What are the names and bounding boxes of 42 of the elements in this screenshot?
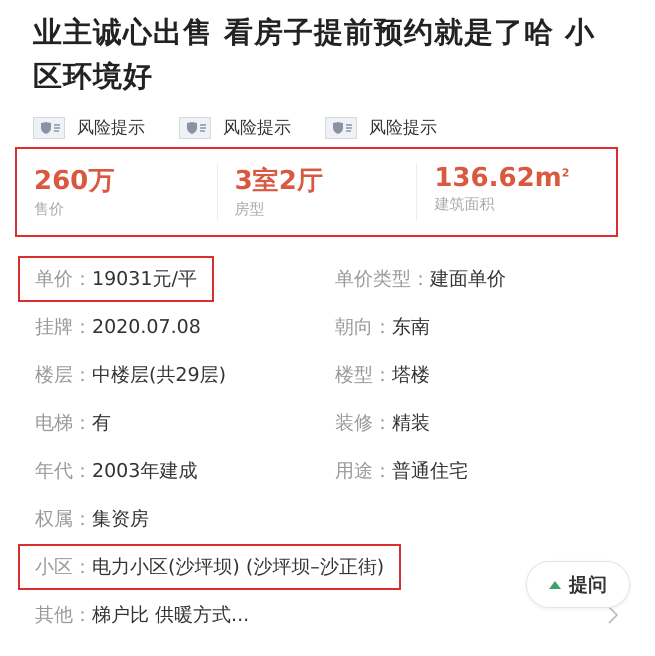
field-label: 朝向： [335, 315, 392, 340]
stat-label: 建筑面积 [434, 195, 494, 214]
field-value: 中楼层(共29层) [92, 363, 226, 388]
caret-up-icon [549, 580, 561, 588]
field-value: 普通住宅 [392, 459, 468, 484]
listing-title: 业主诚心出售 看房子提前预约就是了哈 小区环境好 [33, 14, 596, 95]
field-value: 2020.07.08 [92, 316, 201, 338]
risk-tip-label[interactable]: 风险提示 [223, 116, 291, 139]
field-label: 楼型： [335, 363, 392, 388]
risk-tip-label[interactable]: 风险提示 [77, 116, 145, 139]
stat-value: 136.62m$^{2}$ [434, 163, 570, 193]
field-label: 单价类型： [335, 267, 430, 292]
field-label: 小区： [35, 555, 92, 580]
field-label: 电梯： [35, 411, 92, 436]
shield-icon [33, 116, 65, 138]
field-value: 电力小区(沙坪坝) (沙坪坝–沙正街) [92, 555, 384, 580]
field-value: 东南 [392, 315, 430, 340]
stat-label: 房型 [234, 200, 265, 219]
field-label: 年代： [35, 459, 92, 484]
field-value: 梯户比 供暖方式... [92, 603, 250, 628]
field-value: 2003年建成 [92, 459, 198, 484]
stat-value: 260万 [34, 165, 114, 198]
risk-tip-label[interactable]: 风险提示 [369, 116, 437, 139]
field-value: 精装 [392, 411, 430, 436]
chevron-right-icon[interactable] [607, 605, 619, 625]
field-label: 单价： [35, 267, 92, 292]
stat-value: 3室2厅 [234, 165, 323, 198]
ask-button[interactable]: 提问 [526, 561, 630, 608]
field-label: 用途： [335, 459, 392, 484]
field-value: 19031元/平 [92, 267, 197, 292]
field-value: 集资房 [92, 507, 149, 532]
field-value: 建面单价 [430, 267, 506, 292]
field-label: 其他： [35, 603, 92, 628]
field-label: 挂牌： [35, 315, 92, 340]
field-label: 楼层： [35, 363, 92, 388]
field-label: 装修： [335, 411, 392, 436]
field-value: 塔楼 [392, 363, 430, 388]
stat-label: 售价 [34, 200, 64, 219]
shield-icon [325, 116, 357, 138]
shield-icon [179, 116, 211, 138]
field-label: 权属： [35, 507, 92, 532]
field-value: 有 [92, 411, 111, 436]
